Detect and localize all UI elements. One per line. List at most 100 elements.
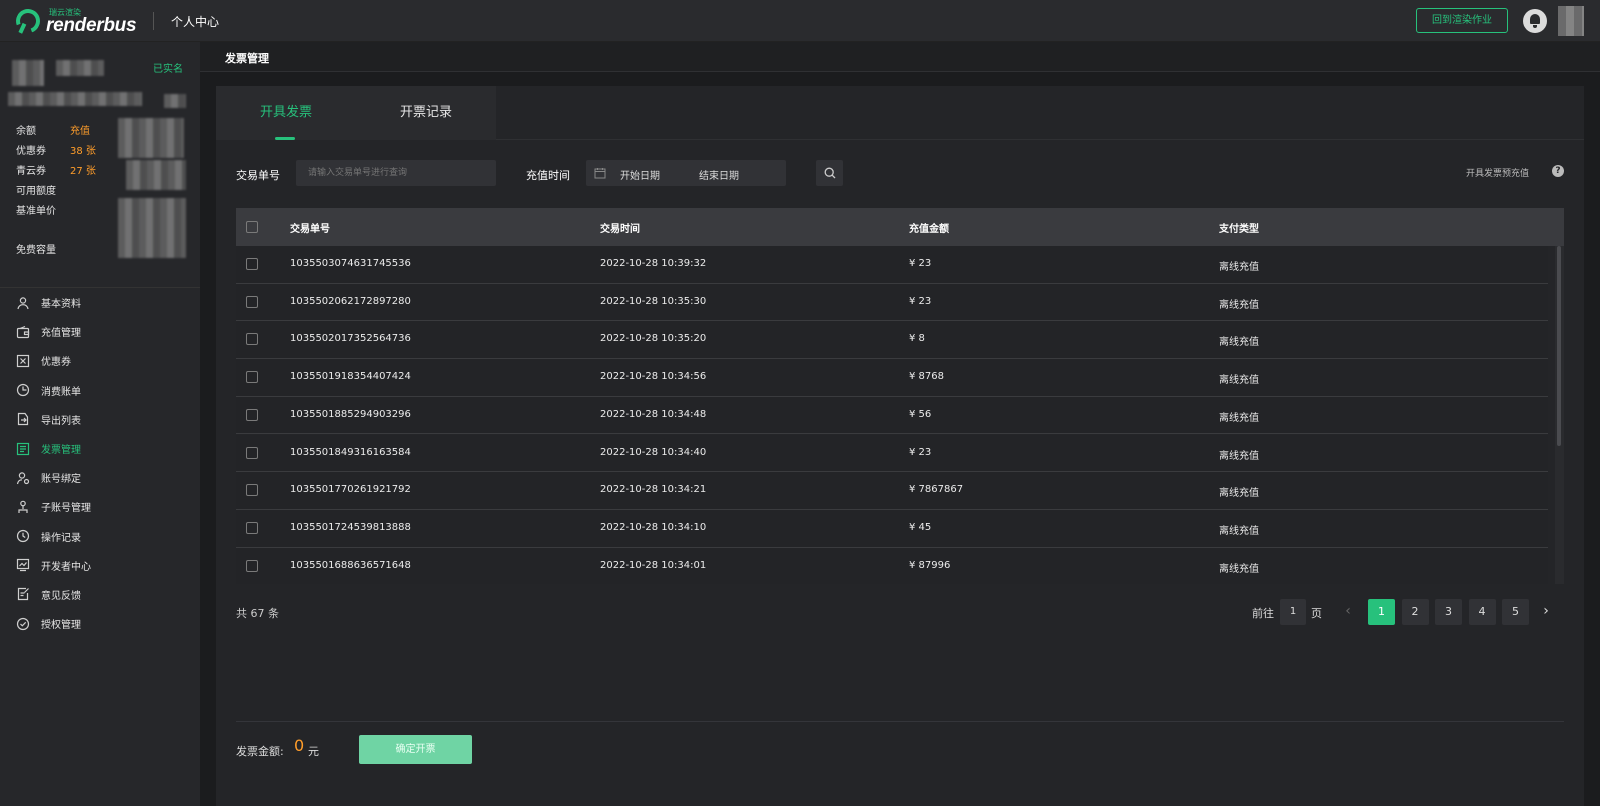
cell-time: 2022-10-28 10:35:30	[600, 295, 707, 307]
sidebar-item-account-binding[interactable]: 账号绑定	[0, 463, 200, 492]
qingyun-count[interactable]: 27 张	[70, 162, 96, 177]
table-row[interactable]: 1035501885294903296 2022-10-28 10:34:48 ¥ …	[236, 396, 1548, 435]
coupon-count[interactable]: 38 张	[70, 142, 96, 157]
cell-pay-type: 离线充值	[1219, 563, 1259, 575]
row-checkbox[interactable]	[246, 446, 258, 459]
row-checkbox[interactable]	[246, 371, 258, 384]
row-checkbox[interactable]	[246, 521, 258, 534]
row-checkbox[interactable]	[246, 295, 258, 308]
order-number-input[interactable]	[296, 160, 496, 186]
cell-time: 2022-10-28 10:35:20	[600, 333, 707, 345]
page-section-title: 个人中心	[171, 15, 220, 29]
page-button-1[interactable]: 1	[1368, 599, 1395, 625]
scrollbar-thumb[interactable]	[1557, 246, 1561, 446]
invoice-amount-label: 发票金额:	[236, 745, 284, 758]
cell-order-number: 1035501849316163584	[290, 446, 411, 458]
cell-amount: ¥ 45	[909, 521, 932, 533]
table-row[interactable]: 1035501724539813888 2022-10-28 10:34:10 ¥ …	[236, 509, 1548, 548]
qingyun-label: 青云券	[16, 166, 46, 177]
sidebar-item-export[interactable]: 导出列表	[0, 405, 200, 434]
sidebar-item-coupons[interactable]: 优惠券	[0, 346, 200, 375]
row-checkbox[interactable]	[246, 484, 258, 497]
table-row[interactable]: 1035502062172897280 2022-10-28 10:35:30 ¥ …	[236, 283, 1548, 322]
avatar[interactable]	[1558, 6, 1584, 36]
username-redacted	[56, 60, 104, 76]
invoice-amount-value: 0	[294, 736, 305, 755]
confirm-invoice-button[interactable]: 确定开票	[359, 735, 472, 764]
table-row[interactable]: 1035501918354407424 2022-10-28 10:34:56 ¥ …	[236, 359, 1548, 397]
cell-pay-type: 离线充值	[1219, 299, 1259, 311]
page-button-4[interactable]: 4	[1468, 599, 1496, 625]
wallet-icon	[16, 325, 30, 339]
next-page-button[interactable]: ›	[1536, 600, 1556, 624]
sidebar-item-label: 账号绑定	[41, 474, 81, 486]
goto-page-input[interactable]: 1	[1280, 599, 1306, 625]
bell-icon[interactable]	[1523, 9, 1547, 33]
cell-time: 2022-10-28 10:34:21	[600, 484, 707, 496]
prepay-invoice-link[interactable]: 开具发票预充值	[1466, 166, 1529, 179]
sidebar-item-authorization[interactable]: 授权管理	[0, 609, 200, 638]
row-checkbox[interactable]	[246, 258, 258, 270]
help-icon[interactable]: ?	[1552, 165, 1564, 177]
sidebar-item-profile[interactable]: 基本资料	[0, 288, 200, 317]
page-button-3[interactable]: 3	[1435, 599, 1462, 625]
balance-label: 余额	[16, 126, 36, 137]
row-checkbox[interactable]	[246, 559, 258, 572]
table-row[interactable]: 1035503074631745536 2022-10-28 10:39:32 ¥ …	[236, 246, 1548, 284]
row-checkbox[interactable]	[246, 408, 258, 421]
cell-order-number: 1035501918354407424	[290, 371, 411, 383]
prev-page-button[interactable]: ‹	[1338, 600, 1358, 624]
back-to-render-button[interactable]: 回到渲染作业	[1416, 8, 1508, 33]
cell-amount: ¥ 8	[909, 333, 925, 345]
sidebar-item-label: 操作记录	[41, 532, 81, 544]
logo-mark-icon	[12, 5, 44, 37]
sidebar-item-developer[interactable]: 开发者中心	[0, 551, 200, 580]
cell-amount: ¥ 7867867	[909, 484, 964, 496]
table-row[interactable]: 1035501849316163584 2022-10-28 10:34:40 ¥ …	[236, 434, 1548, 473]
select-all-checkbox[interactable]	[246, 221, 258, 233]
date-range-picker[interactable]: 开始日期 结束日期	[586, 160, 786, 186]
cell-pay-type: 离线充值	[1219, 375, 1259, 387]
row-checkbox[interactable]	[246, 333, 258, 346]
sidebar-item-bills[interactable]: 消费账单	[0, 376, 200, 405]
sidebar-item-invoice[interactable]: 发票管理	[0, 434, 200, 463]
cell-order-number: 1035501770261921792	[290, 484, 411, 496]
page-button-5[interactable]: 5	[1502, 599, 1529, 625]
recharge-link[interactable]: 充值	[70, 122, 90, 137]
recharge-time-label: 充值时间	[526, 169, 570, 182]
verified-badge[interactable]: 已实名	[153, 60, 183, 75]
renderbus-logo[interactable]: 瑞云渲染 renderbus	[12, 5, 137, 37]
tab-bar: 开具发票 开票记录	[216, 86, 1584, 140]
sidebar-item-sub-accounts[interactable]: 子账号管理	[0, 492, 200, 521]
sidebar-item-recharge[interactable]: 充值管理	[0, 317, 200, 346]
sub-account-icon	[16, 500, 30, 514]
cell-time: 2022-10-28 10:34:01	[600, 559, 707, 571]
cell-amount: ¥ 8768	[909, 371, 944, 383]
tab-issue-invoice[interactable]: 开具发票	[216, 86, 356, 140]
unit-price-label: 基准单价	[16, 206, 56, 217]
sidebar-menu: 基本资料 充值管理 优惠券 消费账单 导出列表 发票管理 账号绑定 子账号管理	[0, 288, 200, 638]
search-button[interactable]	[816, 160, 843, 186]
invoice-panel: 开具发票 开票记录 交易单号 充值时间 开始日期 结束日期 开具发票预充值 ? …	[216, 86, 1584, 806]
cell-amount: ¥ 23	[909, 446, 932, 458]
table-row[interactable]: 1035501770261921792 2022-10-28 10:34:21 ¥ …	[236, 472, 1548, 510]
feedback-icon	[16, 587, 30, 601]
coupon-icon	[16, 354, 30, 368]
user-icon	[16, 296, 30, 310]
cell-time: 2022-10-28 10:39:32	[600, 258, 707, 269]
logo-text: renderbus	[46, 15, 137, 36]
table-scrollbar[interactable]	[1555, 246, 1564, 584]
tab-invoice-records[interactable]: 开票记录	[356, 86, 496, 140]
page-title: 发票管理	[225, 52, 269, 65]
sidebar-item-feedback[interactable]: 意见反馈	[0, 580, 200, 609]
cell-amount: ¥ 23	[909, 258, 932, 269]
table-row[interactable]: 1035502017352564736 2022-10-28 10:35:20 ¥ …	[236, 321, 1548, 360]
user-id-redacted	[8, 92, 142, 106]
table-row[interactable]: 1035501688636571648 2022-10-28 10:34:01 ¥ …	[236, 547, 1548, 584]
cell-order-number: 1035501724539813888	[290, 521, 411, 533]
page-button-2[interactable]: 2	[1401, 599, 1429, 625]
sidebar-item-operation-log[interactable]: 操作记录	[0, 522, 200, 551]
cell-pay-type: 离线充值	[1219, 488, 1259, 500]
goto-prefix: 前往	[1252, 607, 1274, 620]
total-count: 共 67 条	[236, 607, 279, 620]
